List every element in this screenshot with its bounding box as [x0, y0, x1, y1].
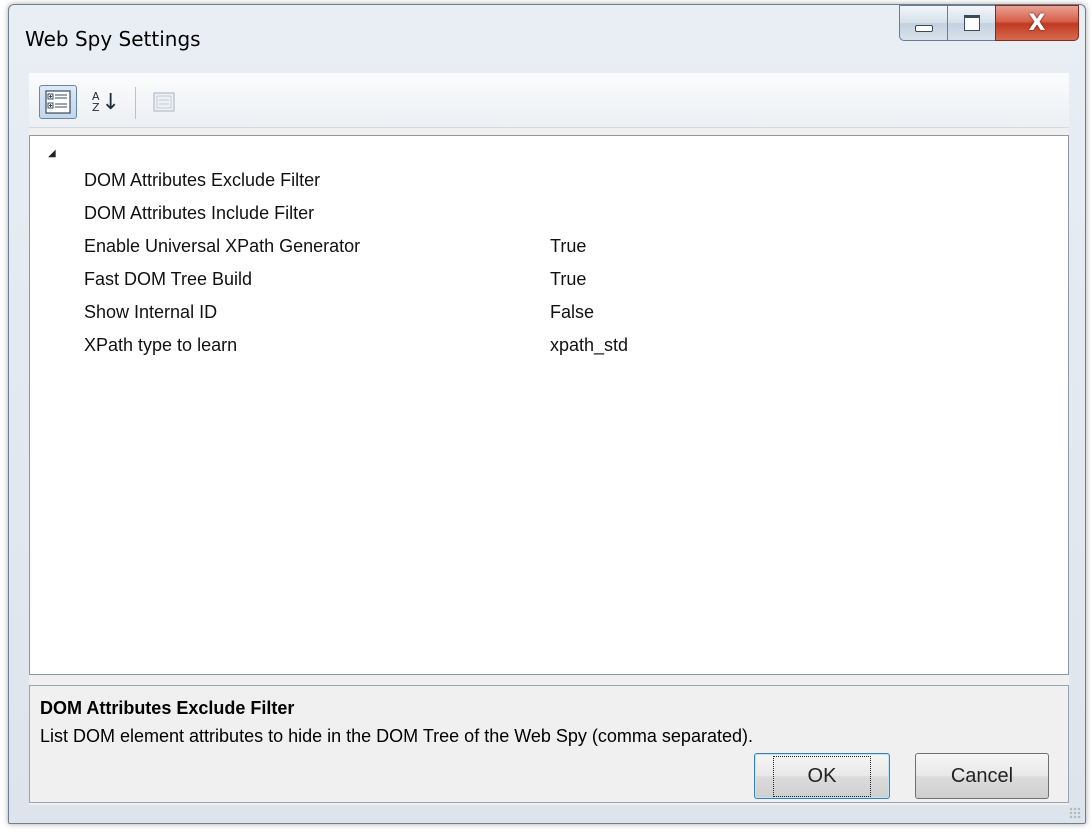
- help-panel: DOM Attributes Exclude Filter List DOM e…: [29, 685, 1069, 803]
- alphabetical-button[interactable]: A Z ↓: [87, 85, 125, 119]
- property-name: DOM Attributes Exclude Filter: [84, 170, 321, 190]
- property-name: Fast DOM Tree Build: [84, 269, 253, 289]
- property-row[interactable]: Enable Universal XPath Generator True: [30, 230, 1068, 262]
- property-row[interactable]: DOM Attributes Exclude Filter: [30, 164, 1068, 196]
- client-area: A Z ↓ ◢ DOM Attributes Exclude Filter DO…: [29, 73, 1069, 805]
- property-value[interactable]: True: [550, 230, 586, 262]
- title-bar[interactable]: Web Spy Settings X: [9, 5, 1085, 61]
- property-row[interactable]: Show Internal ID False: [30, 296, 1068, 328]
- minimize-icon: [914, 24, 933, 32]
- cancel-button[interactable]: Cancel: [915, 753, 1049, 799]
- property-value[interactable]: xpath_std: [550, 329, 628, 361]
- ok-button[interactable]: OK: [754, 753, 890, 799]
- window-title: Web Spy Settings: [25, 27, 201, 51]
- property-name: Show Internal ID: [84, 302, 218, 322]
- sort-az-icon: A Z ↓: [92, 89, 120, 115]
- collapse-arrow-icon[interactable]: ◢: [48, 148, 56, 159]
- property-pages-icon: [153, 92, 175, 112]
- ok-button-label: OK: [772, 755, 872, 797]
- close-button[interactable]: X: [995, 5, 1079, 41]
- help-description: List DOM element attributes to hide in t…: [40, 726, 753, 746]
- caption-buttons: X: [899, 5, 1079, 43]
- resize-grip-icon[interactable]: [1069, 807, 1081, 819]
- property-pages-button[interactable]: [145, 85, 183, 119]
- settings-dialog: Web Spy Settings X A Z ↓ ◢ DOM Attribute…: [8, 4, 1086, 824]
- property-row[interactable]: DOM Attributes Include Filter: [30, 197, 1068, 229]
- maximize-button[interactable]: [947, 5, 995, 41]
- toolbar-separator: [135, 87, 136, 119]
- property-grid-toolbar: A Z ↓: [29, 73, 1069, 128]
- property-row[interactable]: XPath type to learn xpath_std: [30, 329, 1068, 361]
- property-name: XPath type to learn: [84, 335, 238, 355]
- categorized-icon: [45, 90, 71, 114]
- help-title: DOM Attributes Exclude Filter: [40, 698, 295, 718]
- maximize-icon: [963, 15, 980, 31]
- close-icon: X: [1028, 10, 1046, 36]
- property-row[interactable]: Fast DOM Tree Build True: [30, 263, 1068, 295]
- minimize-button[interactable]: [899, 5, 947, 41]
- property-name: Enable Universal XPath Generator: [84, 236, 361, 256]
- categorized-button[interactable]: [39, 85, 77, 119]
- property-name: DOM Attributes Include Filter: [84, 203, 315, 223]
- property-grid: ◢ DOM Attributes Exclude Filter DOM Attr…: [29, 135, 1069, 675]
- property-value[interactable]: True: [550, 263, 586, 295]
- property-value[interactable]: False: [550, 296, 594, 328]
